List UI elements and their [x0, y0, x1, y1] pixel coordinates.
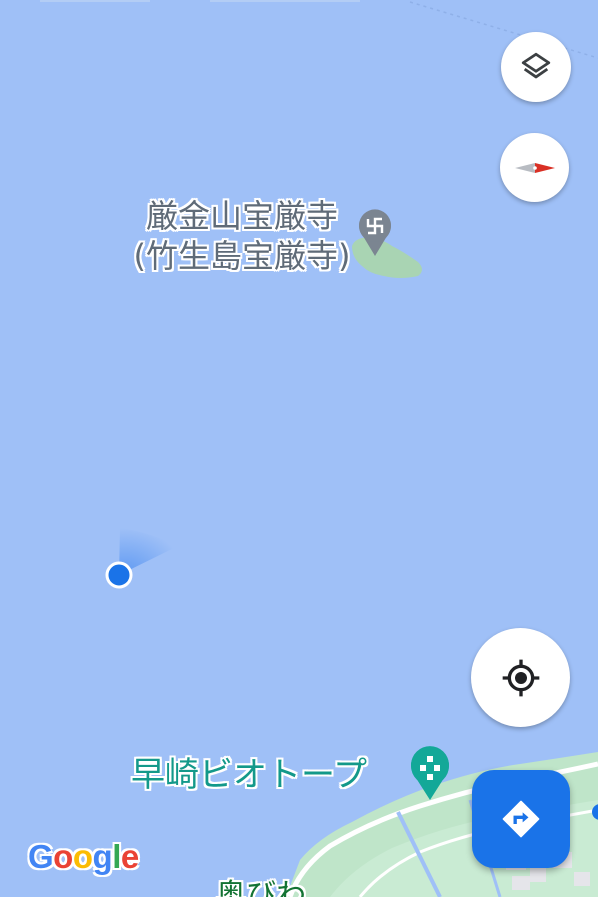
google-logo-letter: g [92, 838, 113, 875]
google-logo-letter: e [120, 838, 139, 875]
user-location-dot[interactable] [105, 561, 133, 589]
google-logo-letter: o [72, 838, 93, 875]
google-logo-letter: l [112, 838, 121, 875]
biotope-label[interactable]: 早崎ビオトープ [131, 753, 367, 797]
building [512, 876, 530, 890]
building [574, 872, 590, 886]
my-location-button[interactable] [471, 628, 570, 727]
temple-alt-name: (竹生島宝厳寺) [133, 237, 351, 275]
temple-label[interactable]: 厳金山宝厳寺 (竹生島宝厳寺) [128, 196, 356, 276]
layers-button[interactable] [501, 32, 571, 102]
google-logo-letter: G [28, 838, 54, 875]
map-canvas[interactable]: 厳金山宝厳寺 (竹生島宝厳寺) 早崎ビオトープ 奥びわ Google [0, 0, 598, 897]
chikubu-island[interactable] [352, 237, 422, 278]
layers-icon [521, 52, 551, 79]
directions-button[interactable] [472, 770, 570, 868]
google-logo-letter: o [53, 838, 73, 875]
compass-icon [514, 162, 555, 173]
temple-name: 厳金山宝厳寺 [145, 197, 338, 235]
partial-place-label: 奥びわ [216, 878, 306, 897]
compass-button[interactable] [500, 133, 569, 202]
ferry-route [409, 1, 598, 59]
google-logo: Google [28, 838, 139, 876]
directions-icon [502, 800, 540, 838]
crosshair-icon [502, 659, 539, 696]
